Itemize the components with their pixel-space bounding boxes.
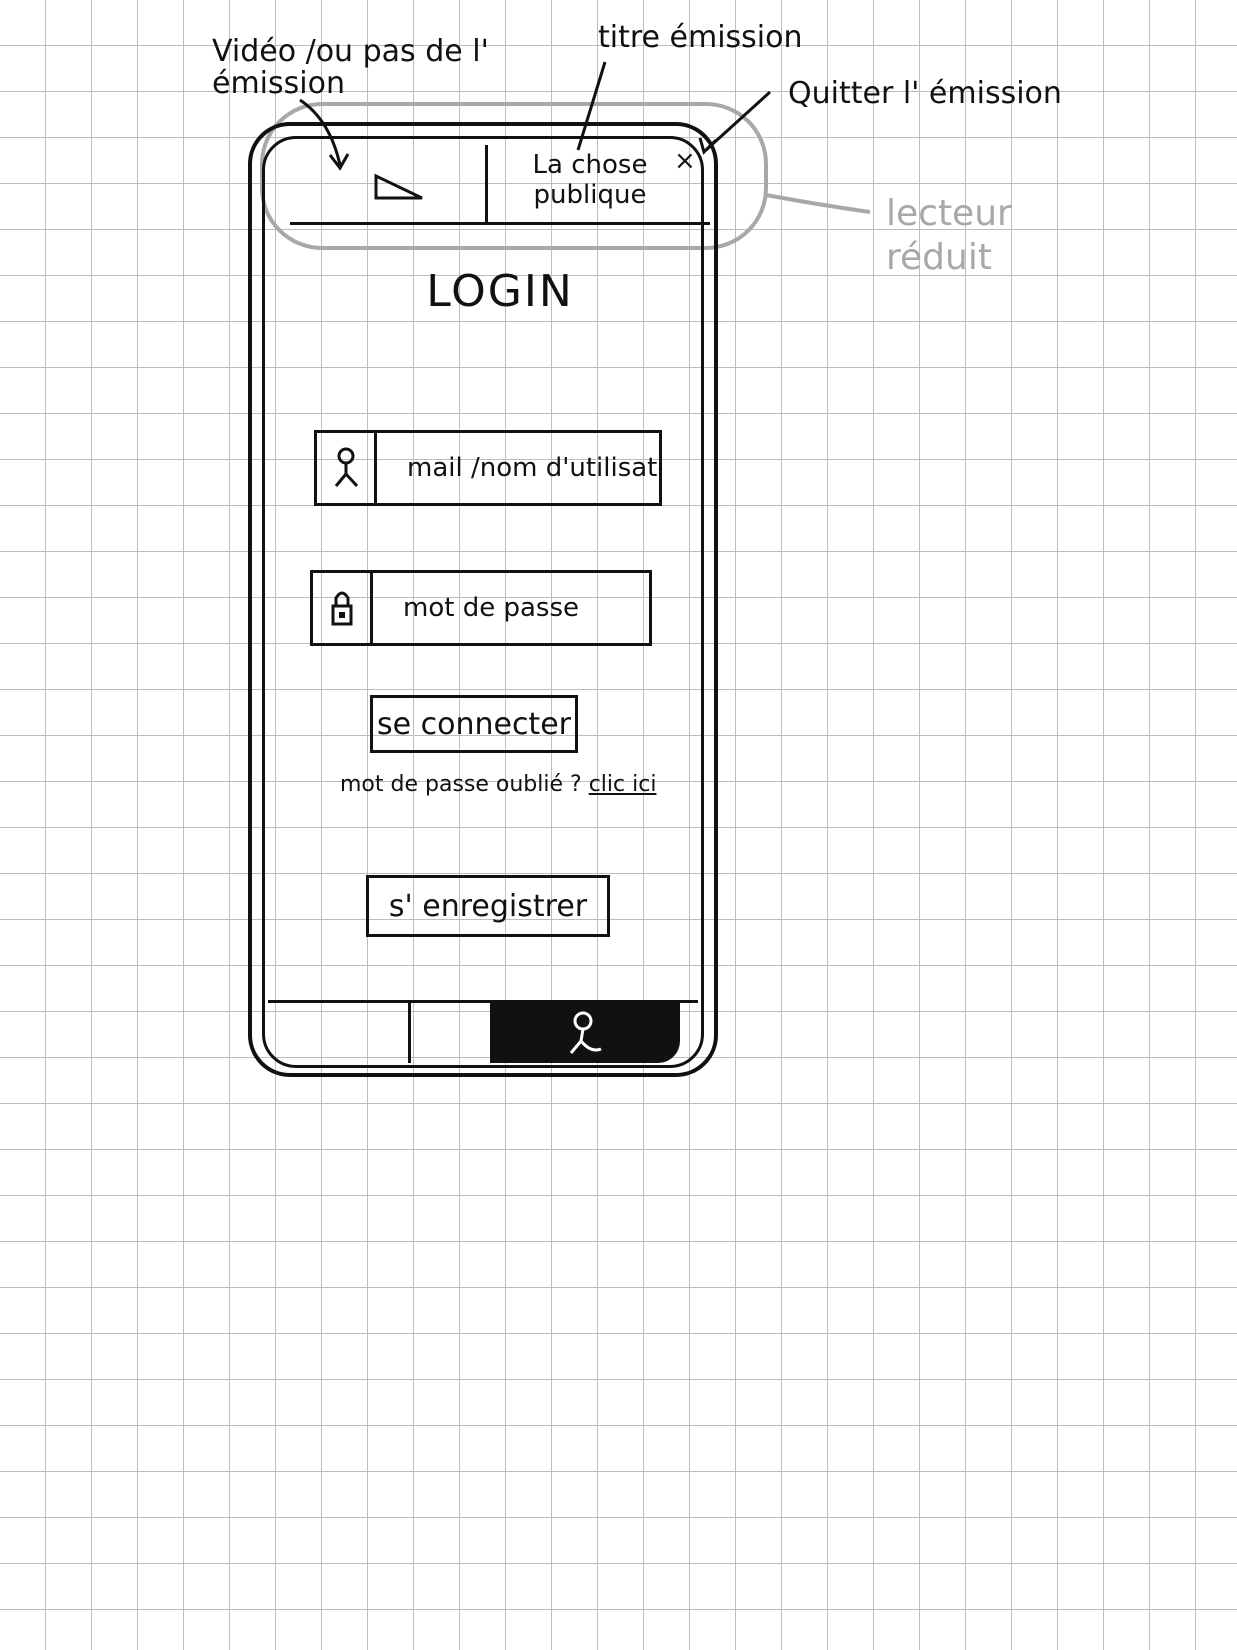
password-placeholder: mot de passe bbox=[403, 593, 579, 623]
video-annotation: Vidéo /ou pas de l' émission bbox=[212, 34, 489, 101]
tab-home[interactable] bbox=[268, 1003, 408, 1063]
lock-icon bbox=[313, 573, 373, 643]
forgot-password-text: mot de passe oublié ? bbox=[340, 772, 582, 797]
forgot-password-link[interactable]: clic ici bbox=[589, 772, 657, 797]
mini-player-divider bbox=[485, 145, 488, 225]
title-annotation: titre émission bbox=[598, 20, 803, 55]
play-icon[interactable] bbox=[372, 172, 428, 202]
reduced-player-pointer bbox=[765, 193, 871, 214]
close-icon[interactable]: × bbox=[674, 148, 696, 174]
forgot-password: mot de passe oublié ? clic ici bbox=[340, 772, 656, 797]
tab-second[interactable] bbox=[408, 1003, 490, 1063]
user-icon bbox=[569, 1011, 602, 1054]
username-placeholder: mail /nom d'utilisateu bbox=[407, 453, 659, 483]
tab-profile[interactable] bbox=[490, 1003, 680, 1063]
username-field[interactable]: mail /nom d'utilisateu bbox=[314, 430, 662, 506]
connect-button[interactable]: se connecter bbox=[370, 695, 578, 753]
page-title: LOGIN bbox=[426, 266, 574, 317]
quit-annotation: Quitter l' émission bbox=[788, 76, 1062, 111]
user-icon bbox=[317, 433, 377, 503]
mini-player-title: La chose publique bbox=[532, 150, 648, 210]
reduced-player-annotation: lecteur réduit bbox=[886, 193, 1012, 278]
password-field[interactable]: mot de passe bbox=[310, 570, 652, 646]
register-button[interactable]: s' enregistrer bbox=[366, 875, 610, 937]
